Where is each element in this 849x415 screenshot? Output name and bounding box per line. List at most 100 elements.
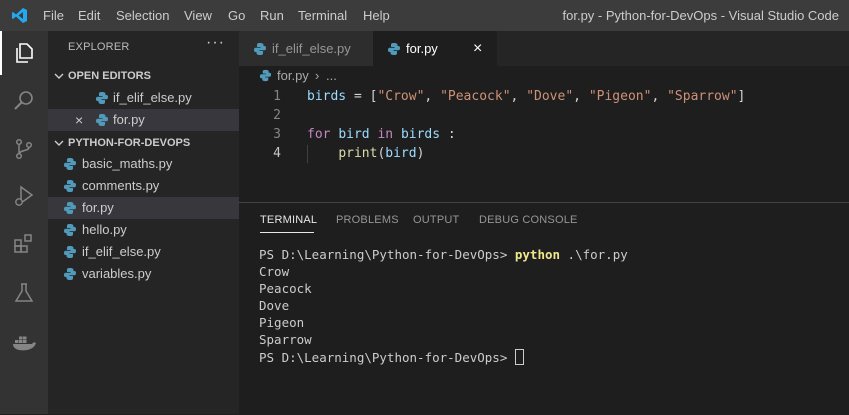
tab-if-elif-else[interactable]: if_elif_else.py <box>239 31 373 66</box>
terminal-prompt: PS D:\Learning\Python-for-DevOps> <box>259 247 515 262</box>
python-file-icon <box>259 69 272 82</box>
open-editor-item-active[interactable]: × for.py <box>48 109 239 131</box>
open-editor-name: if_elif_else.py <box>113 90 192 105</box>
code-editor[interactable]: 1 2 3 4 birds = ["Crow", "Peacock", "Dov… <box>239 86 849 202</box>
menu-edit[interactable]: Edit <box>78 0 100 31</box>
bottom-panel: TERMINAL PROBLEMS OUTPUT DEBUG CONSOLE P… <box>239 202 849 415</box>
terminal-cursor <box>514 349 524 365</box>
file-item[interactable]: basic_maths.py <box>48 153 239 175</box>
code-line-3: for bird in birds : <box>307 127 456 142</box>
open-editors-label: OPEN EDITORS <box>68 70 151 82</box>
line-number: 2 <box>273 108 281 123</box>
line-number-current: 4 <box>273 146 281 161</box>
terminal-output-line: Pigeon <box>259 315 305 330</box>
panel-tab-terminal[interactable]: TERMINAL <box>260 214 317 226</box>
menu-selection[interactable]: Selection <box>116 0 169 31</box>
open-editors-header[interactable]: OPEN EDITORS <box>48 65 239 87</box>
run-debug-icon[interactable] <box>0 174 48 218</box>
code-keyword: in <box>377 127 394 142</box>
file-item[interactable]: comments.py <box>48 175 239 197</box>
panel-tab-problems[interactable]: PROBLEMS <box>336 214 399 226</box>
more-actions-icon[interactable]: ··· <box>206 34 225 52</box>
search-icon[interactable] <box>0 79 48 123</box>
activity-bar <box>0 31 48 414</box>
chevron-down-icon <box>54 73 64 79</box>
file-item[interactable]: variables.py <box>48 263 239 285</box>
panel-tab-debug-console[interactable]: DEBUG CONSOLE <box>479 214 578 226</box>
terminal-output-line: Crow <box>259 264 290 279</box>
active-tab-underline <box>260 232 314 233</box>
code-string: "Sparrow" <box>667 89 738 104</box>
line-number: 3 <box>273 127 281 142</box>
breadcrumb-file[interactable]: for.py <box>277 68 309 83</box>
code-line-4: print(bird) <box>307 146 424 161</box>
panel-tab-output[interactable]: OUTPUT <box>413 214 459 226</box>
menu-go[interactable]: Go <box>228 0 245 31</box>
close-icon[interactable]: × <box>75 109 83 131</box>
code-paren: ) <box>416 146 425 161</box>
vscode-logo-icon <box>12 8 27 23</box>
title-bar: File Edit Selection View Go Run Terminal… <box>0 0 849 31</box>
terminal-prompt: PS D:\Learning\Python-for-DevOps> <box>259 350 515 365</box>
python-file-icon <box>64 268 76 280</box>
code-line-1: birds = ["Crow", "Peacock", "Dove", "Pig… <box>307 89 745 104</box>
source-control-icon[interactable] <box>0 127 48 171</box>
code-string: "Pigeon" <box>588 89 652 104</box>
open-editor-item[interactable]: if_elif_else.py <box>48 87 239 109</box>
menu-help[interactable]: Help <box>363 0 390 31</box>
file-name: variables.py <box>82 266 152 281</box>
code-variable: birds <box>307 89 347 104</box>
menu-terminal[interactable]: Terminal <box>298 0 347 31</box>
folder-header[interactable]: PYTHON-FOR-DEVOPS <box>48 132 239 154</box>
code-variable: bird <box>385 146 417 161</box>
python-file-icon <box>64 202 76 214</box>
code-comma: , <box>573 89 589 104</box>
window-title: for.py - Python-for-DevOps - Visual Stud… <box>562 8 840 23</box>
menu-file[interactable]: File <box>43 0 64 31</box>
menu-view[interactable]: View <box>184 0 212 31</box>
breadcrumb-separator: › <box>315 68 320 83</box>
python-file-icon <box>96 114 108 126</box>
tab-label: for.py <box>406 41 438 56</box>
close-icon[interactable]: × <box>473 31 482 66</box>
testing-icon[interactable] <box>0 271 48 315</box>
breadcrumb: for.py › ... <box>239 66 849 86</box>
code-string: "Dove" <box>526 89 574 104</box>
extensions-icon[interactable] <box>0 222 48 266</box>
docker-icon[interactable] <box>0 320 48 364</box>
python-file-icon <box>254 43 266 55</box>
menu-run[interactable]: Run <box>260 0 284 31</box>
file-item[interactable]: if_elif_else.py <box>48 241 239 263</box>
open-editor-name: for.py <box>113 112 145 127</box>
file-item-selected[interactable]: for.py <box>48 197 239 219</box>
explorer-icon[interactable] <box>0 31 48 75</box>
code-comma: , <box>510 89 527 104</box>
code-comma: , <box>424 89 441 104</box>
folder-label: PYTHON-FOR-DEVOPS <box>68 137 191 149</box>
file-name: if_elif_else.py <box>82 244 161 259</box>
code-bracket: ] <box>737 89 746 104</box>
python-file-icon <box>96 92 108 104</box>
tab-for-py[interactable]: for.py × <box>373 31 497 66</box>
breadcrumb-rest[interactable]: ... <box>326 68 337 83</box>
editor-tab-bar: if_elif_else.py for.py × <box>239 31 849 66</box>
code-operator: = [ <box>346 89 378 104</box>
code-function: print <box>338 146 378 161</box>
python-file-icon <box>388 43 400 55</box>
python-file-icon <box>64 246 76 258</box>
file-name: for.py <box>82 200 114 215</box>
tab-label: if_elif_else.py <box>272 41 351 56</box>
python-file-icon <box>64 224 76 236</box>
sidebar-title: EXPLORER <box>68 41 130 53</box>
terminal-output-line: Dove <box>259 298 290 313</box>
python-file-icon <box>64 158 76 170</box>
terminal-command-arg: .\for.py <box>560 247 628 262</box>
terminal-output-line: Peacock <box>259 281 312 296</box>
chevron-down-icon <box>54 140 64 146</box>
code-comma: , <box>651 89 668 104</box>
file-item[interactable]: hello.py <box>48 219 239 241</box>
code-variable: bird <box>338 127 370 142</box>
code-colon: : <box>440 127 456 142</box>
terminal-line: PS D:\Learning\Python-for-DevOps> python… <box>259 247 628 262</box>
terminal-input-line[interactable]: PS D:\Learning\Python-for-DevOps> <box>259 349 524 365</box>
